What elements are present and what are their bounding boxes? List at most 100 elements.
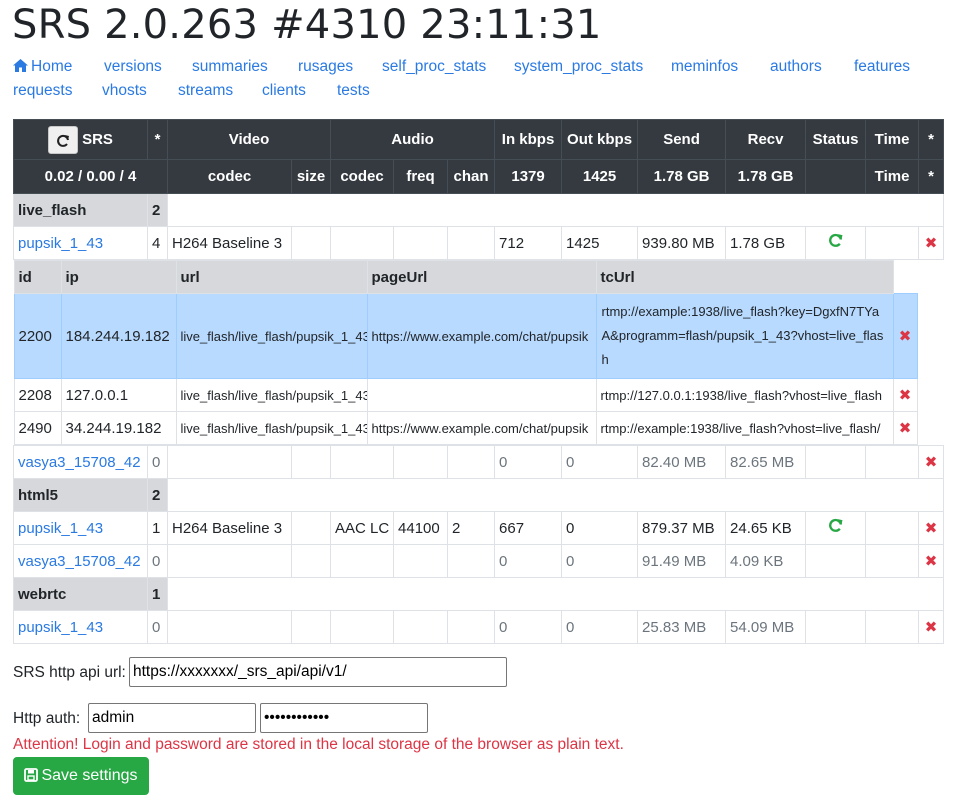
client-row[interactable]: 2490 34.244.19.182 live_flash/live_flash… (13, 411, 918, 445)
refresh-icon (829, 518, 843, 532)
out-kbps: 1425 (561, 226, 639, 260)
star-total: * (918, 159, 945, 194)
time-header: Time (865, 119, 920, 160)
client-id: 2490 (13, 411, 62, 445)
send-bytes: 939.80 MB (637, 226, 727, 260)
group-count: 2 (147, 193, 168, 227)
streams-table: SRS * Video Audio In kbps Out kbps Send … (13, 119, 945, 644)
stream-link[interactable]: vasya3_15708_42 (18, 553, 141, 570)
stream-row: pupsik_1_43 0 0 0 25.83 MB 54.09 MB ✖ (13, 610, 945, 644)
in-kbps: 0 (494, 544, 563, 578)
nav-features[interactable]: features (854, 58, 910, 76)
audio-freq (393, 610, 449, 644)
kick-client-icon[interactable]: ✖ (892, 378, 918, 412)
audio-freq (393, 445, 449, 479)
col-url: url (175, 260, 368, 294)
home-icon (13, 59, 28, 72)
delete-stream-icon[interactable]: ✖ (918, 445, 945, 479)
nav-home[interactable]: Home (13, 58, 72, 76)
client-count: 1 (147, 511, 168, 545)
audio-freq (393, 226, 449, 260)
refresh-icon (829, 233, 843, 247)
group-row-html5: html5 2 (13, 478, 945, 512)
video-codec: H264 Baseline 3 (167, 226, 292, 260)
nav-summaries[interactable]: summaries (192, 58, 268, 76)
time-value (865, 445, 920, 479)
status-total (805, 159, 867, 194)
client-pageurl (366, 378, 597, 412)
send-bytes: 82.40 MB (637, 445, 727, 479)
send-bytes: 91.49 MB (637, 544, 727, 578)
in-kbps-header: In kbps (494, 119, 563, 160)
client-id: 2208 (13, 378, 62, 412)
time-value (865, 544, 920, 578)
client-ip: 184.244.19.182 (60, 293, 177, 379)
nav-meminfos[interactable]: meminfos (671, 58, 738, 76)
in-kbps-total: 1379 (494, 159, 563, 194)
stream-row: pupsik_1_43 1 H264 Baseline 3 AAC LC 441… (13, 511, 945, 545)
nav-tests[interactable]: tests (337, 82, 370, 100)
video-size-header: size (290, 159, 332, 194)
delete-stream-icon[interactable]: ✖ (918, 544, 945, 578)
out-kbps: 0 (561, 610, 639, 644)
nav-rusages[interactable]: rusages (298, 58, 353, 76)
nav-versions[interactable]: versions (104, 58, 162, 76)
nav-clients[interactable]: clients (262, 82, 306, 100)
video-codec (167, 610, 292, 644)
delete-stream-icon[interactable]: ✖ (918, 511, 945, 545)
refresh-button[interactable] (48, 125, 79, 154)
client-url: live_flash/live_flash/pupsik_1_43 (175, 293, 368, 379)
stream-link[interactable]: pupsik_1_43 (18, 235, 103, 252)
time-value (865, 226, 920, 260)
recv-total: 1.78 GB (725, 159, 807, 194)
api-url-input[interactable] (129, 657, 507, 687)
stream-link[interactable]: pupsik_1_43 (18, 619, 103, 636)
client-row[interactable]: 2208 127.0.0.1 live_flash/live_flash/pup… (13, 378, 918, 412)
client-url: live_flash/live_flash/pupsik_1_43 (175, 411, 368, 445)
col-id: id (13, 260, 62, 294)
save-icon (24, 768, 39, 782)
recv-header: Recv (725, 119, 807, 160)
status-refresh-icon[interactable] (805, 511, 867, 545)
time-value (865, 511, 920, 545)
auth-password-input[interactable] (260, 703, 428, 733)
status-cell (805, 445, 867, 479)
status-refresh-icon[interactable] (805, 226, 867, 260)
delete-stream-icon[interactable]: ✖ (918, 610, 945, 644)
kick-client-icon[interactable]: ✖ (892, 293, 918, 379)
client-count: 4 (147, 226, 168, 260)
save-settings-button[interactable]: Save settings (13, 757, 149, 795)
audio-codec (330, 445, 395, 479)
stream-link[interactable]: pupsik_1_43 (18, 520, 103, 537)
client-ip: 34.244.19.182 (60, 411, 177, 445)
stream-link[interactable]: vasya3_15708_42 (18, 454, 141, 471)
nav-authors[interactable]: authors (770, 58, 822, 76)
in-kbps: 0 (494, 445, 563, 479)
audio-freq-header: freq (393, 159, 449, 194)
nav-requests[interactable]: requests (13, 82, 72, 100)
stream-row: pupsik_1_43 4 H264 Baseline 3 712 1425 9… (13, 226, 945, 260)
audio-codec (330, 544, 395, 578)
out-kbps: 0 (561, 544, 639, 578)
out-kbps-total: 1425 (561, 159, 639, 194)
nav-system-proc-stats[interactable]: system_proc_stats (514, 58, 643, 76)
delete-stream-icon[interactable]: ✖ (918, 226, 945, 260)
client-pageurl: https://www.example.com/chat/pupsik (366, 411, 597, 445)
group-name: html5 (13, 478, 148, 512)
video-codec: H264 Baseline 3 (167, 511, 292, 545)
group-count: 1 (147, 577, 168, 611)
send-bytes: 879.37 MB (637, 511, 727, 545)
srs-header: SRS (13, 119, 148, 160)
client-id: 2200 (13, 293, 62, 379)
nav-vhosts[interactable]: vhosts (102, 82, 147, 100)
status-cell (805, 544, 867, 578)
nav-streams[interactable]: streams (178, 82, 233, 100)
kick-client-icon[interactable]: ✖ (892, 411, 918, 445)
video-size (290, 610, 332, 644)
audio-freq: 44100 (393, 511, 449, 545)
load-average: 0.02 / 0.00 / 4 (13, 159, 168, 194)
nav-self-proc-stats[interactable]: self_proc_stats (382, 58, 486, 76)
clients-subtable-row: id ip url pageUrl tcUrl 2200 184.244.19.… (13, 260, 944, 446)
client-row-selected[interactable]: 2200 184.244.19.182 live_flash/live_flas… (13, 293, 918, 379)
auth-username-input[interactable] (88, 703, 256, 733)
